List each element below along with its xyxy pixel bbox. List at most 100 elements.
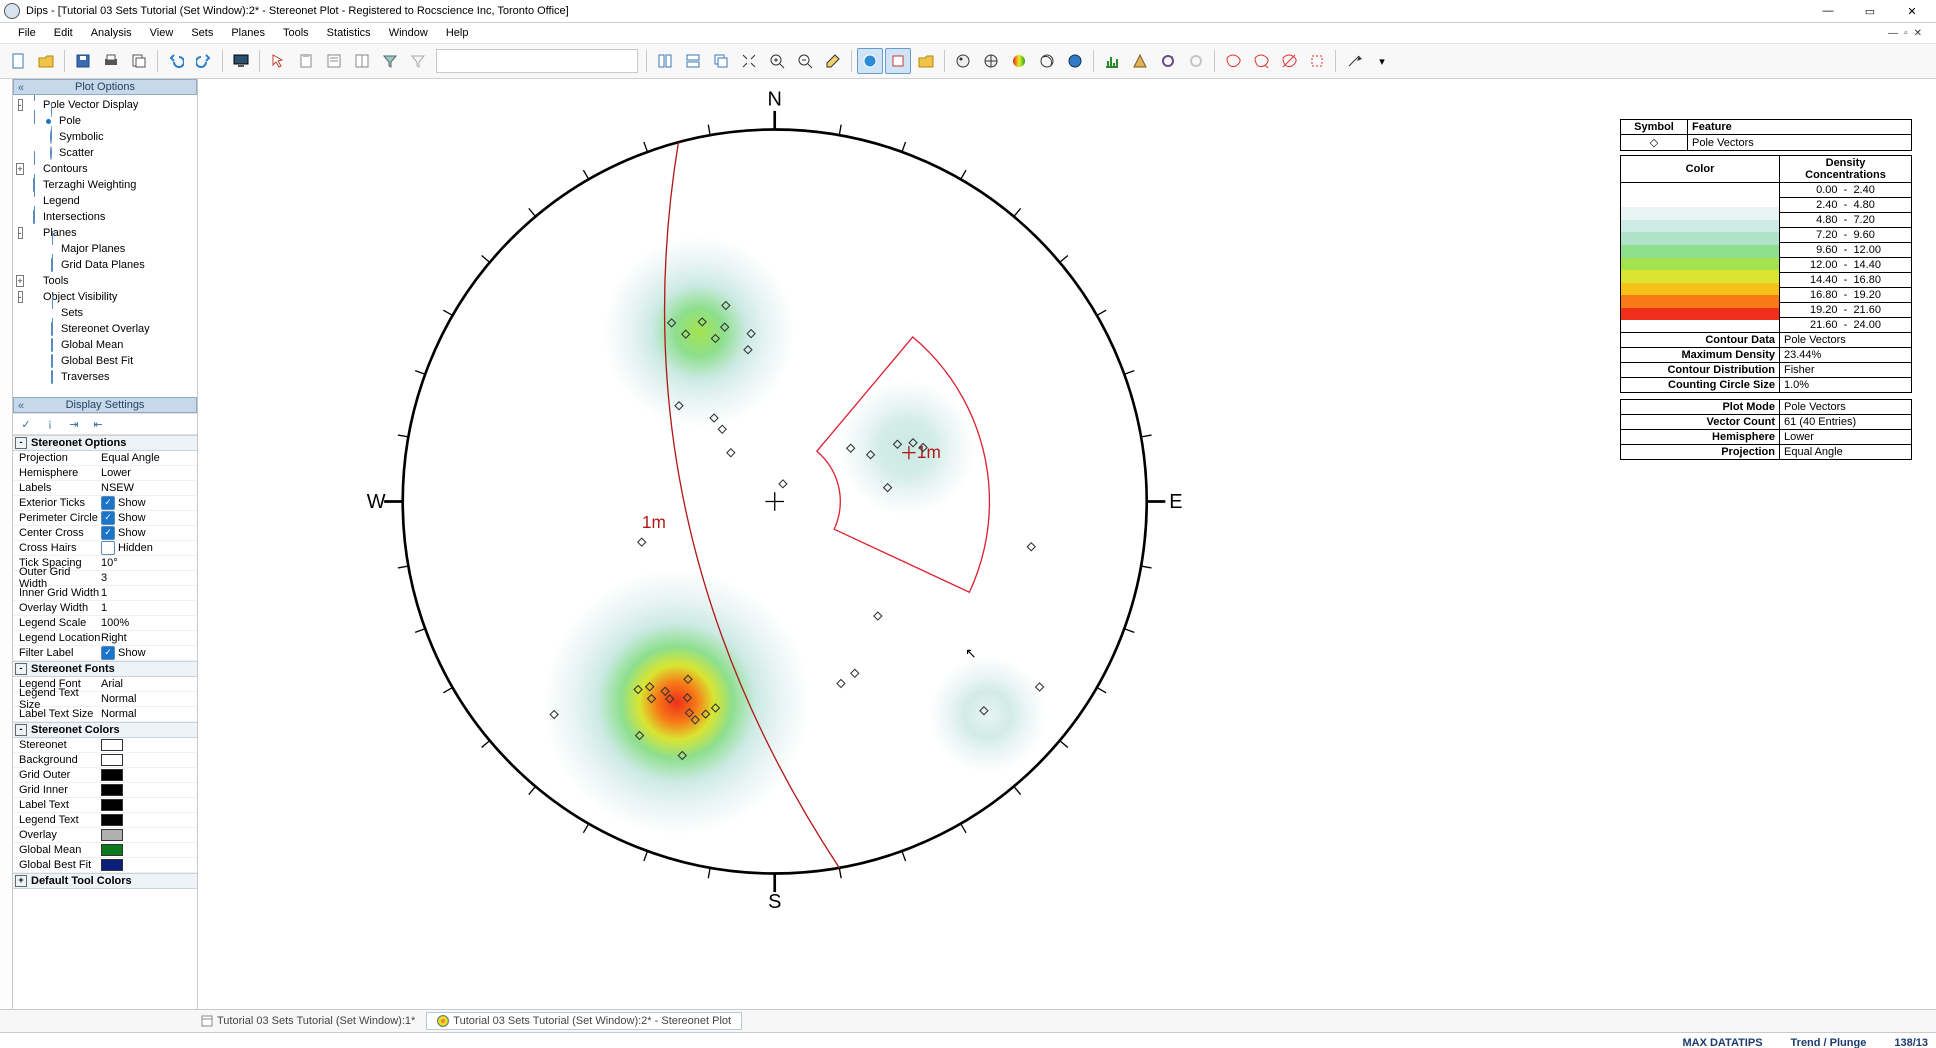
cycle-button[interactable] bbox=[1155, 48, 1181, 74]
prop-legend-scale-v[interactable]: 100% bbox=[101, 617, 197, 629]
folder-button[interactable] bbox=[913, 48, 939, 74]
node-contours[interactable]: Contours bbox=[43, 163, 88, 175]
export-button[interactable]: ⇥ bbox=[65, 416, 83, 432]
globe1-button[interactable] bbox=[950, 48, 976, 74]
filter-clear-button[interactable] bbox=[405, 48, 431, 74]
prop-inner-grid-width-v[interactable]: 1 bbox=[101, 587, 197, 599]
swatch-grid-inner[interactable] bbox=[101, 784, 123, 796]
zoom-out-button[interactable] bbox=[792, 48, 818, 74]
arrow-button[interactable] bbox=[1341, 48, 1367, 74]
node-scatter[interactable]: Scatter bbox=[59, 147, 94, 159]
checkbox-center-cross[interactable] bbox=[101, 526, 115, 540]
set-window-button[interactable] bbox=[885, 48, 911, 74]
minimize-button[interactable]: — bbox=[1814, 2, 1842, 20]
chart-button[interactable] bbox=[1099, 48, 1125, 74]
mdi-restore-button[interactable]: ▫ bbox=[1904, 28, 1908, 39]
node-symbolic[interactable]: Symbolic bbox=[59, 131, 104, 143]
new-button[interactable] bbox=[5, 48, 31, 74]
region3-button[interactable] bbox=[1276, 48, 1302, 74]
prop-projection-v[interactable]: Equal Angle bbox=[101, 452, 197, 464]
node-global-mean[interactable]: Global Mean bbox=[61, 339, 123, 351]
tile-horiz-button[interactable] bbox=[680, 48, 706, 74]
checkbox-cross-hairs[interactable] bbox=[101, 541, 115, 555]
region4-button[interactable] bbox=[1304, 48, 1330, 74]
node-intersections[interactable]: Intersections bbox=[43, 211, 105, 223]
checkbox-exterior-ticks[interactable] bbox=[101, 496, 115, 510]
globe2-button[interactable] bbox=[978, 48, 1004, 74]
globe5-button[interactable] bbox=[1062, 48, 1088, 74]
node-tools[interactable]: Tools bbox=[43, 275, 69, 287]
swatch-stereonet[interactable] bbox=[101, 739, 123, 751]
globe4-button[interactable] bbox=[1034, 48, 1060, 74]
node-legend[interactable]: Legend bbox=[43, 195, 80, 207]
swatch-global-mean[interactable] bbox=[101, 844, 123, 856]
undo-button[interactable] bbox=[163, 48, 189, 74]
cascade-button[interactable] bbox=[708, 48, 734, 74]
node-traverses[interactable]: Traverses bbox=[61, 371, 110, 383]
swatch-grid-outer[interactable] bbox=[101, 769, 123, 781]
probe-button[interactable] bbox=[820, 48, 846, 74]
prop-legend-text-size-v[interactable]: Normal bbox=[101, 693, 197, 705]
prop-overlay-width-v[interactable]: 1 bbox=[101, 602, 197, 614]
menu-tools[interactable]: Tools bbox=[275, 25, 317, 41]
plot-canvas[interactable]: NSEW1m1m ↖ SymbolFeature ◇Pole Vectors C… bbox=[198, 79, 1936, 1009]
copy-button[interactable] bbox=[126, 48, 152, 74]
menu-view[interactable]: View bbox=[142, 25, 182, 41]
node-pole[interactable]: Pole bbox=[59, 115, 81, 127]
region1-button[interactable] bbox=[1220, 48, 1246, 74]
swatch-global-best-fit[interactable] bbox=[101, 859, 123, 871]
prop-labels-v[interactable]: NSEW bbox=[101, 482, 197, 494]
node-sets[interactable]: Sets bbox=[61, 307, 83, 319]
node-stereonet-overlay[interactable]: Stereonet Overlay bbox=[61, 323, 150, 335]
filter-button[interactable] bbox=[377, 48, 403, 74]
node-terzaghi[interactable]: Terzaghi Weighting bbox=[43, 179, 136, 191]
fit-button[interactable] bbox=[736, 48, 762, 74]
clipboard-button[interactable] bbox=[293, 48, 319, 74]
group-stereonet-fonts[interactable]: Stereonet Fonts bbox=[31, 663, 115, 675]
zoom-in-button[interactable] bbox=[764, 48, 790, 74]
checkbox-filter-label[interactable] bbox=[101, 646, 115, 660]
print-button[interactable] bbox=[98, 48, 124, 74]
menu-planes[interactable]: Planes bbox=[223, 25, 273, 41]
prop-tick-spacing-v[interactable]: 10° bbox=[101, 557, 197, 569]
wedge-button[interactable] bbox=[1127, 48, 1153, 74]
group-stereonet-colors[interactable]: Stereonet Colors bbox=[31, 724, 120, 736]
monitor-button[interactable] bbox=[228, 48, 254, 74]
prop-outer-grid-width-v[interactable]: 3 bbox=[101, 572, 197, 584]
group-stereonet-options[interactable]: Stereonet Options bbox=[31, 437, 126, 449]
open-button[interactable] bbox=[33, 48, 59, 74]
maximize-button[interactable]: ▭ bbox=[1856, 2, 1884, 20]
swatch-background[interactable] bbox=[101, 754, 123, 766]
checkbox-perimeter-circle[interactable] bbox=[101, 511, 115, 525]
filter-input[interactable] bbox=[436, 49, 638, 73]
dropdown-button[interactable]: ▾ bbox=[1369, 48, 1395, 74]
prop-label-text-size-v[interactable]: Normal bbox=[101, 708, 197, 720]
prop-hemisphere-v[interactable]: Lower bbox=[101, 467, 197, 479]
prop-legend-location-v[interactable]: Right bbox=[101, 632, 197, 644]
plot-options-header[interactable]: « Plot Options bbox=[13, 79, 197, 95]
menu-file[interactable]: File bbox=[10, 25, 44, 41]
import-button[interactable]: ⇤ bbox=[89, 416, 107, 432]
select-button[interactable] bbox=[265, 48, 291, 74]
mdi-minimize-button[interactable]: — bbox=[1888, 28, 1898, 39]
doc-tab-1[interactable]: Tutorial 03 Sets Tutorial (Set Window):1… bbox=[190, 1012, 426, 1030]
swatch-label-text[interactable] bbox=[101, 799, 123, 811]
globe3-button[interactable] bbox=[1006, 48, 1032, 74]
close-button[interactable]: ✕ bbox=[1898, 2, 1926, 20]
apply-button[interactable]: ✓ bbox=[17, 416, 35, 432]
form-button[interactable] bbox=[321, 48, 347, 74]
swatch-overlay[interactable] bbox=[101, 829, 123, 841]
redo-button[interactable] bbox=[191, 48, 217, 74]
node-major-planes[interactable]: Major Planes bbox=[61, 243, 125, 255]
menu-analysis[interactable]: Analysis bbox=[83, 25, 140, 41]
node-grid-data-planes[interactable]: Grid Data Planes bbox=[61, 259, 145, 271]
group-default-tool-colors[interactable]: Default Tool Colors bbox=[31, 875, 132, 887]
info-button[interactable]: ¡ bbox=[41, 416, 59, 432]
node-global-best-fit[interactable]: Global Best Fit bbox=[61, 355, 133, 367]
doc-tab-2[interactable]: Tutorial 03 Sets Tutorial (Set Window):2… bbox=[426, 1012, 742, 1030]
cycle2-button[interactable] bbox=[1183, 48, 1209, 74]
menu-sets[interactable]: Sets bbox=[183, 25, 221, 41]
tile-vert-button[interactable] bbox=[652, 48, 678, 74]
menu-window[interactable]: Window bbox=[381, 25, 436, 41]
display-settings-header[interactable]: « Display Settings bbox=[13, 397, 197, 413]
